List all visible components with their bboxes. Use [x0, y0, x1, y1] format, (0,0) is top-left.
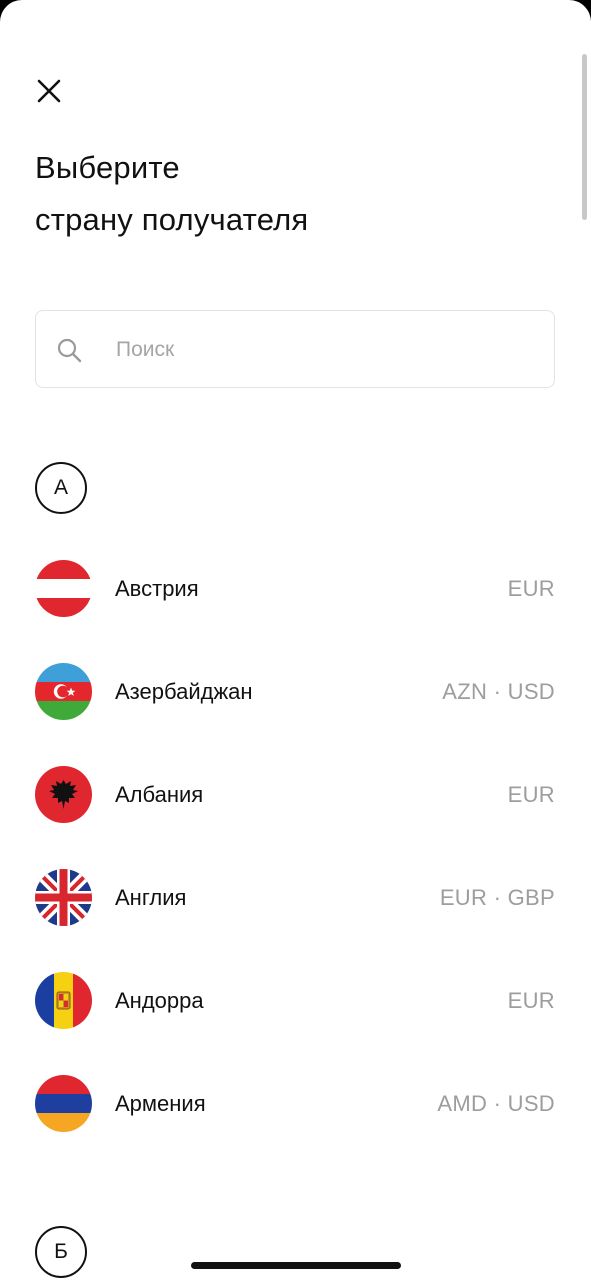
- country-row-albania[interactable]: Албания EUR: [0, 750, 591, 840]
- uk-flag-icon: [35, 869, 92, 926]
- page-title-line-1: Выберите: [35, 150, 180, 185]
- home-indicator[interactable]: [191, 1262, 401, 1269]
- andorra-flag-icon: [35, 972, 92, 1029]
- close-icon: [37, 79, 61, 103]
- country-row-andorra[interactable]: Андорра EUR: [0, 956, 591, 1046]
- country-row-armenia[interactable]: Армения AMD · USD: [0, 1059, 591, 1149]
- country-picker-sheet: Выберите страну получателя А Австрия EUR: [0, 0, 591, 1280]
- country-name: Австрия: [115, 576, 199, 601]
- country-currencies: EUR: [507, 782, 555, 807]
- country-row-azerbaijan[interactable]: Азербайджан AZN · USD: [0, 647, 591, 737]
- page-title: Выберите страну получателя: [35, 142, 535, 246]
- section-letter-a: А: [35, 462, 87, 514]
- azerbaijan-flag-icon: [35, 663, 92, 720]
- search-box[interactable]: [35, 310, 555, 389]
- country-name: Англия: [115, 885, 187, 910]
- country-name: Азербайджан: [115, 679, 253, 704]
- country-currencies: AZN · USD: [442, 679, 555, 704]
- armenia-flag-icon: [35, 1075, 92, 1132]
- austria-flag-icon: [35, 560, 92, 617]
- search-icon: [57, 338, 82, 363]
- country-currencies: EUR: [507, 988, 555, 1013]
- albania-flag-icon: [35, 766, 92, 823]
- scrollbar[interactable]: [582, 54, 587, 220]
- close-button[interactable]: [30, 72, 68, 110]
- search-input[interactable]: [114, 311, 538, 389]
- country-currencies: EUR: [507, 576, 555, 601]
- country-row-england[interactable]: Англия EUR · GBP: [0, 853, 591, 943]
- country-name: Андорра: [115, 988, 204, 1013]
- country-name: Албания: [115, 782, 204, 807]
- section-letter-b: Б: [35, 1226, 87, 1278]
- country-currencies: AMD · USD: [437, 1091, 555, 1116]
- country-currencies: EUR · GBP: [439, 885, 555, 910]
- page-title-line-2: страну получателя: [35, 202, 309, 237]
- country-name: Армения: [115, 1091, 206, 1116]
- country-row-austria[interactable]: Австрия EUR: [0, 544, 591, 634]
